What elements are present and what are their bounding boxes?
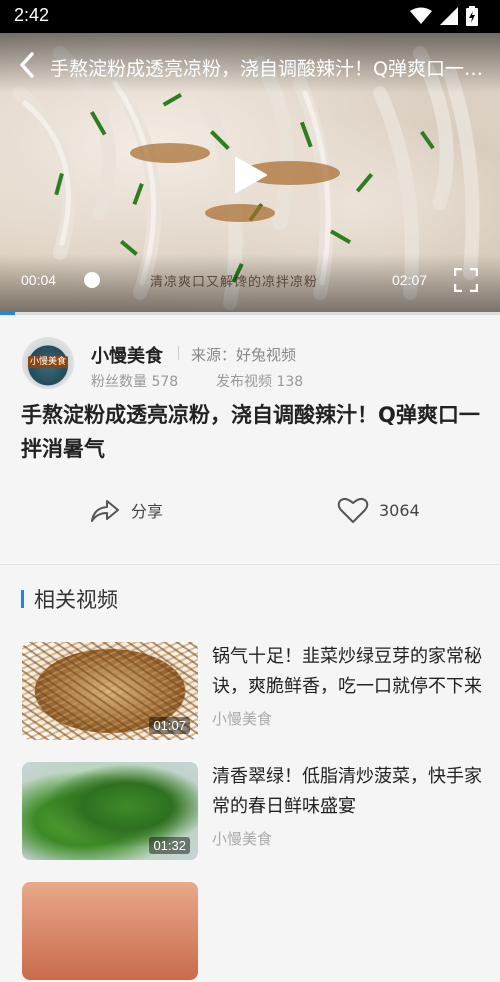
battery-icon	[466, 6, 478, 26]
share-button[interactable]: 分享	[89, 495, 163, 525]
list-item[interactable]: 01:32 清香翠绿！低脂清炒菠菜，快手家常的春日鲜味盛宴 小慢美食	[0, 762, 500, 862]
share-icon	[91, 500, 119, 522]
video-thumbnail[interactable]: 01:07	[22, 642, 198, 740]
back-icon[interactable]	[16, 50, 40, 80]
status-time: 2:42	[14, 5, 50, 25]
item-author: 小慢美食	[212, 830, 273, 848]
related-title: 相关视频	[34, 588, 118, 612]
video-title: 手熬淀粉成透亮凉粉，浇自调酸辣汁！Q弹爽口一拌消暑气	[50, 58, 490, 80]
avatar-label: 小慢美食	[28, 356, 68, 368]
list-item[interactable]: 01:07 锅气十足！韭菜炒绿豆芽的家常秘诀，爽脆鲜香，吃一口就停不下来 小慢美…	[0, 642, 500, 742]
video-player[interactable]: 手熬淀粉成透亮凉粉，浇自调酸辣汁！Q弹爽口一拌消暑气 清凉爽口又解馋的凉拌凉粉 …	[0, 33, 500, 314]
fullscreen-icon[interactable]	[454, 268, 478, 292]
duration-badge: 01:07	[149, 717, 190, 734]
item-author: 小慢美食	[212, 710, 273, 728]
divider	[178, 346, 179, 360]
video-thumbnail[interactable]	[22, 882, 198, 980]
like-count: 3064	[379, 500, 420, 520]
avatar[interactable]: 小慢美食	[22, 337, 74, 389]
current-time: 00:04	[21, 272, 57, 288]
seek-handle[interactable]	[84, 272, 100, 288]
source-label: 来源：好兔视频	[191, 346, 297, 364]
signal-icon	[440, 7, 458, 25]
item-title[interactable]: 锅气十足！韭菜炒绿豆芽的家常秘诀，爽脆鲜香，吃一口就停不下来	[212, 642, 482, 702]
like-button[interactable]: 3064	[337, 495, 420, 525]
list-item[interactable]	[0, 882, 500, 982]
video-info: 小慢美食 小慢美食 来源：好兔视频 粉丝数量 578 发布视频 138 手熬淀粉…	[0, 315, 500, 565]
accent-bar	[21, 590, 24, 608]
duration-badge: 01:32	[149, 837, 190, 854]
status-icons	[410, 6, 478, 26]
fans-count: 粉丝数量 578	[91, 374, 179, 390]
video-subtitle: 清凉爽口又解馋的凉拌凉粉	[150, 275, 319, 290]
total-time: 02:07	[392, 272, 428, 288]
posts-count: 发布视频 138	[216, 374, 304, 390]
share-label: 分享	[131, 502, 164, 521]
related-header: 相关视频	[21, 586, 118, 612]
heart-icon	[337, 497, 369, 523]
video-thumbnail[interactable]: 01:32	[22, 762, 198, 860]
section-divider	[0, 564, 500, 565]
author-name[interactable]: 小慢美食	[91, 342, 163, 368]
page-title: 手熬淀粉成透亮凉粉，浇自调酸辣汁！Q弹爽口一拌消暑气	[21, 403, 480, 461]
play-icon[interactable]	[234, 156, 268, 194]
item-title[interactable]: 清香翠绿！低脂清炒菠菜，快手家常的春日鲜味盛宴	[212, 762, 482, 822]
status-bar: 2:42	[0, 0, 500, 33]
wifi-icon	[410, 7, 432, 24]
